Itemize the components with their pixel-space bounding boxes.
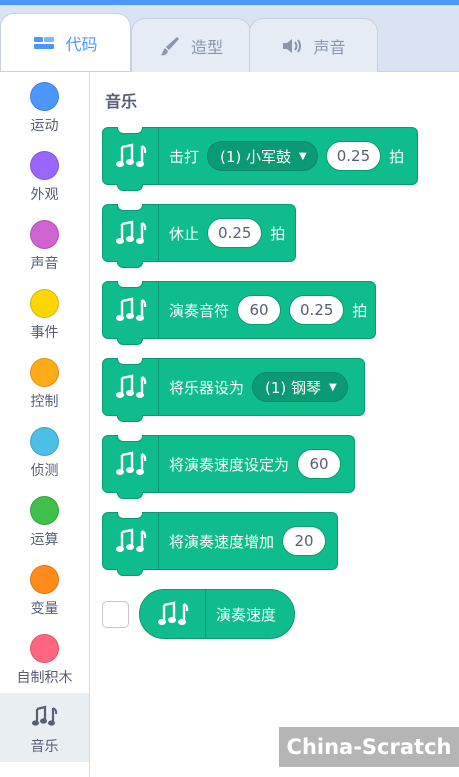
chevron-down-icon: ▼ (299, 150, 307, 162)
tempo-change-input[interactable]: 20 (282, 526, 327, 556)
category-operators[interactable]: 运算 (0, 486, 89, 555)
sound-color-dot (30, 220, 59, 249)
category-music[interactable]: 音乐 (0, 693, 89, 762)
block-bump (117, 569, 143, 576)
play-note-block[interactable]: 演奏音符 60 0.25 拍 (102, 281, 376, 345)
block-notch (117, 512, 143, 519)
block-bump (117, 184, 143, 191)
category-looks[interactable]: 外观 (0, 141, 89, 210)
category-my-blocks[interactable]: 自制积木 (0, 624, 89, 693)
speaker-icon (281, 37, 303, 55)
play-drum-suffix: 拍 (389, 147, 405, 166)
music-notes-icon (103, 359, 159, 415)
sensing-color-dot (30, 427, 59, 456)
music-notes-icon (103, 436, 159, 492)
block-notch (117, 204, 143, 211)
category-music-label: 音乐 (30, 739, 59, 755)
block-notch (117, 127, 143, 134)
tempo-reporter-row: 演奏速度 (102, 587, 296, 641)
rest-block[interactable]: 休止 0.25 拍 (102, 204, 296, 268)
category-variables-label: 变量 (30, 601, 59, 617)
change-tempo-label: 将演奏速度增加 (169, 532, 275, 551)
variables-color-dot (30, 565, 59, 594)
tempo-input[interactable]: 60 (297, 449, 342, 479)
drum-dropdown-value: (1) 小军鼓 (220, 147, 292, 166)
play-note-suffix: 拍 (352, 301, 368, 320)
category-variables[interactable]: 变量 (0, 555, 89, 624)
category-operators-label: 运算 (30, 532, 59, 548)
code-icon (33, 35, 55, 51)
control-color-dot (30, 358, 59, 387)
tab-costumes[interactable]: 造型 (131, 18, 251, 73)
music-notes-icon (31, 701, 59, 732)
tab-costumes-label: 造型 (190, 38, 223, 57)
set-instrument-label: 将乐器设为 (169, 378, 245, 397)
section-title-music: 音乐 (105, 92, 138, 111)
category-control-label: 控制 (30, 394, 59, 410)
tempo-reporter-block[interactable]: 演奏速度 (139, 589, 296, 639)
music-notes-icon (103, 513, 159, 569)
play-drum-label: 击打 (169, 147, 200, 166)
category-events[interactable]: 事件 (0, 279, 89, 348)
category-my-blocks-label: 自制积木 (16, 670, 73, 686)
watermark: China-Scratch (279, 727, 459, 767)
tab-sounds[interactable]: 声音 (249, 18, 378, 73)
rest-suffix: 拍 (270, 224, 286, 243)
block-bump (117, 492, 143, 499)
change-tempo-block[interactable]: 将演奏速度增加 20 (102, 512, 338, 576)
block-notch (117, 435, 143, 442)
set-instrument-block[interactable]: 将乐器设为 (1) 钢琴 ▼ (102, 358, 365, 422)
rest-beats-input[interactable]: 0.25 (207, 218, 263, 248)
brush-icon (159, 35, 181, 57)
music-notes-icon (140, 590, 206, 638)
block-bump (117, 415, 143, 422)
instrument-dropdown[interactable]: (1) 钢琴 ▼ (252, 372, 348, 402)
play-note-label: 演奏音符 (169, 301, 230, 320)
my-blocks-color-dot (30, 634, 59, 663)
motion-color-dot (30, 82, 59, 111)
chevron-down-icon: ▼ (329, 381, 337, 393)
drum-dropdown[interactable]: (1) 小军鼓 ▼ (207, 141, 318, 171)
category-sensing-label: 侦测 (30, 463, 59, 479)
category-control[interactable]: 控制 (0, 348, 89, 417)
music-notes-icon (103, 205, 159, 261)
operators-color-dot (30, 496, 59, 525)
category-looks-label: 外观 (30, 187, 59, 203)
tempo-reporter-label: 演奏速度 (216, 605, 277, 624)
events-color-dot (30, 289, 59, 318)
set-tempo-label: 将演奏速度设定为 (169, 455, 290, 474)
category-sound[interactable]: 声音 (0, 210, 89, 279)
category-motion[interactable]: 运动 (0, 72, 89, 141)
block-bump (117, 338, 143, 345)
note-beats-input[interactable]: 0.25 (289, 295, 345, 325)
note-input[interactable]: 60 (237, 295, 282, 325)
category-sidebar: 运动 外观 声音 事件 控制 侦测 运算 变量 自制积木 音乐 (0, 72, 90, 777)
music-notes-icon (103, 282, 159, 338)
category-motion-label: 运动 (30, 118, 59, 134)
drum-beats-input[interactable]: 0.25 (325, 141, 382, 171)
block-bump (117, 261, 143, 268)
block-notch (117, 281, 143, 288)
music-notes-icon (103, 128, 159, 184)
block-palette: 音乐 击打 (1) 小军鼓 ▼ 0.25 拍 休止 0.25 拍 演奏音符 60… (91, 72, 459, 777)
tab-sounds-label: 声音 (313, 38, 346, 57)
tab-code-label: 代码 (65, 34, 98, 54)
looks-color-dot (30, 151, 59, 180)
instrument-dropdown-value: (1) 钢琴 (265, 378, 322, 397)
category-events-label: 事件 (30, 325, 59, 341)
category-sensing[interactable]: 侦测 (0, 417, 89, 486)
play-drum-block[interactable]: 击打 (1) 小军鼓 ▼ 0.25 拍 (102, 127, 418, 191)
category-sound-label: 声音 (30, 256, 59, 272)
block-notch (117, 358, 143, 365)
editor-tab-bar: 代码 造型 声音 (0, 5, 459, 73)
set-tempo-block[interactable]: 将演奏速度设定为 60 (102, 435, 355, 499)
rest-label: 休止 (169, 224, 200, 243)
tab-code[interactable]: 代码 (0, 13, 131, 71)
tempo-monitor-checkbox[interactable] (102, 600, 129, 628)
